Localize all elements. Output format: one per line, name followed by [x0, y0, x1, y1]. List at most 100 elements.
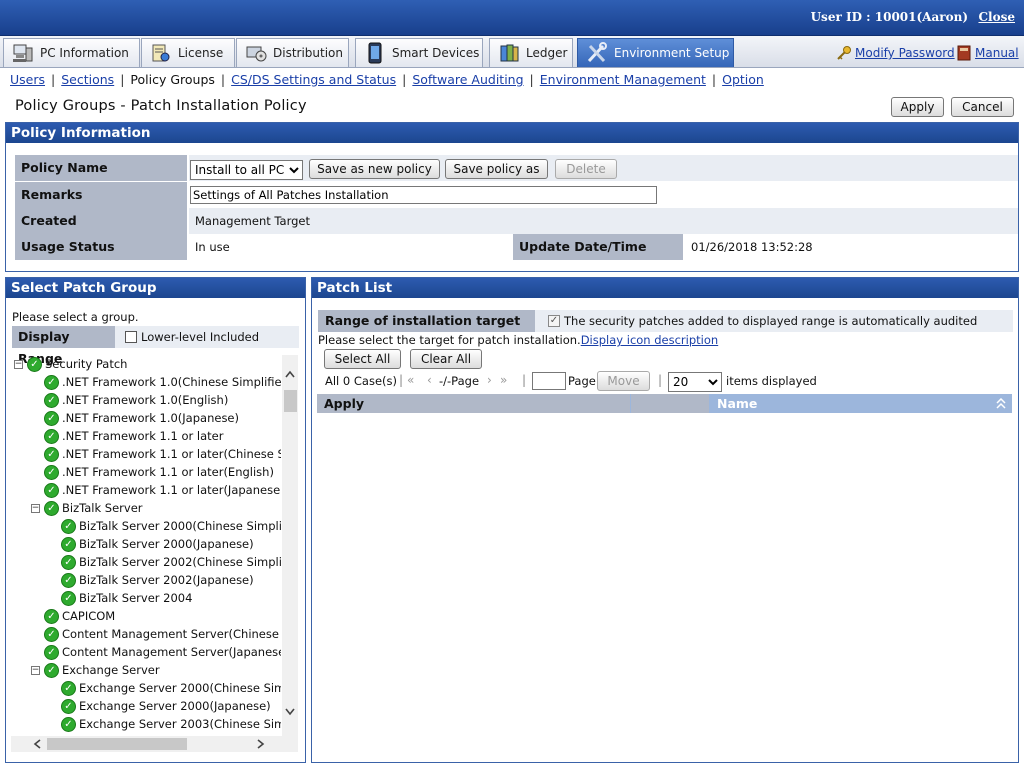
- usage-status-value: In use: [189, 234, 518, 260]
- pc-icon: [13, 44, 33, 62]
- tree-node[interactable]: ✓ Exchange Server 2000(Japanese): [61, 697, 271, 715]
- tab-license[interactable]: License: [141, 38, 235, 67]
- apply-button[interactable]: Apply: [891, 97, 944, 117]
- patch-group-tree: − ✓ Security Patch ✓ .NET Framework 1.0(Chi…: [11, 355, 281, 737]
- items-per-page-select[interactable]: 20: [668, 372, 722, 392]
- last-page-icon[interactable]: »: [500, 373, 507, 387]
- tree-node[interactable]: ✓ Exchange Server 2000(Chinese Simplif: [61, 679, 281, 697]
- scroll-down-icon[interactable]: [285, 708, 295, 716]
- first-page-icon[interactable]: «: [407, 373, 414, 387]
- tree-node-label: .NET Framework 1.1 or later(Chinese Simp: [62, 447, 281, 461]
- tab-ledger[interactable]: Ledger: [489, 38, 573, 67]
- tree-node[interactable]: ✓ .NET Framework 1.1 or later: [44, 427, 223, 445]
- tree-node[interactable]: ✓BizTalk Server 2002(Chinese Simplified: [61, 553, 281, 571]
- collapse-toggle-icon[interactable]: −: [31, 665, 40, 675]
- check-circle-icon: ✓: [44, 482, 59, 498]
- sort-ascending-icon[interactable]: [996, 398, 1006, 409]
- tree-node-label: BizTalk Server 2002(Chinese Simplified: [79, 555, 281, 569]
- tree-node-label: Exchange Server: [62, 663, 160, 677]
- page-number-input[interactable]: [532, 372, 566, 390]
- tree-node[interactable]: ✓.NET Framework 1.1 or later(Chinese Sim…: [44, 445, 281, 463]
- tools-icon: [587, 42, 607, 63]
- tree-node[interactable]: ✓ Content Management Server(Japanese): [44, 643, 281, 661]
- tree-node[interactable]: ✓ .NET Framework 1.0(English): [44, 391, 228, 409]
- update-datetime-value: 01/26/2018 13:52:28: [685, 234, 1018, 260]
- tree-node[interactable]: ✓ BizTalk Server 2004: [61, 589, 192, 607]
- policy-information-heading: Policy Information: [6, 123, 1018, 143]
- lower-level-label: Lower-level Included: [141, 330, 260, 344]
- vertical-scroll-thumb[interactable]: [284, 390, 297, 412]
- clear-all-button[interactable]: Clear All: [410, 349, 482, 369]
- usage-status-row: Usage Status In use Update Date/Time 01/…: [15, 234, 1018, 260]
- tab-label: Distribution: [273, 46, 344, 60]
- lower-level-checkbox[interactable]: [125, 331, 137, 343]
- tree-node[interactable]: − ✓ Exchange Server: [31, 661, 160, 679]
- delete-button[interactable]: Delete: [555, 159, 617, 179]
- separator: |: [120, 72, 125, 87]
- tab-pc-information[interactable]: PC Information: [3, 38, 140, 67]
- tree-node[interactable]: ✓ .NET Framework 1.0(Japanese): [44, 409, 239, 427]
- tree-node[interactable]: ✓Content Management Server(Chinese Simp: [44, 625, 281, 643]
- patch-target-hint: Please select the target for patch insta…: [318, 333, 581, 347]
- items-displayed-label: items displayed: [726, 374, 817, 388]
- tree-horizontal-scrollbar[interactable]: [11, 736, 298, 752]
- separator: |: [522, 373, 527, 387]
- tree-node-label: BizTalk Server 2000(Japanese): [79, 537, 254, 551]
- patch-group-hint: Please select a group.: [12, 310, 139, 324]
- display-icon-description-link[interactable]: Display icon description: [581, 333, 718, 347]
- tab-smart-devices[interactable]: Smart Devices: [355, 38, 483, 67]
- horizontal-scroll-thumb[interactable]: [47, 738, 187, 750]
- policy-name-select[interactable]: Install to all PC: [190, 160, 303, 180]
- submenu-software-auditing[interactable]: Software Auditing: [412, 72, 523, 87]
- modify-password-link[interactable]: Modify Password: [855, 46, 955, 60]
- save-as-new-policy-button[interactable]: Save as new policy: [309, 159, 440, 179]
- column-name[interactable]: Name: [710, 394, 1012, 413]
- cancel-button[interactable]: Cancel: [951, 97, 1014, 117]
- tree-node[interactable]: ✓ BizTalk Server 2002(Japanese): [61, 571, 254, 589]
- submenu-sections[interactable]: Sections: [61, 72, 114, 87]
- submenu-environment-management[interactable]: Environment Management: [540, 72, 706, 87]
- auto-audit-checkbox[interactable]: ✓: [548, 315, 560, 327]
- tree-node[interactable]: ✓BizTalk Server 2000(Chinese Simplified: [61, 517, 281, 535]
- tree-node[interactable]: ✓ .NET Framework 1.1 or later(Japanese): [44, 481, 281, 499]
- tree-node[interactable]: − ✓ Security Patch: [14, 355, 127, 373]
- display-range-label: Display Range: [12, 326, 115, 366]
- page-indicator: -/-Page: [439, 374, 480, 388]
- tab-environment-setup[interactable]: Environment Setup: [577, 38, 734, 67]
- tree-node[interactable]: ✓ .NET Framework 1.0(Chinese Simplified): [44, 373, 281, 391]
- move-button[interactable]: Move: [597, 371, 650, 391]
- save-policy-as-button[interactable]: Save policy as: [445, 159, 548, 179]
- scroll-up-icon[interactable]: [285, 370, 295, 378]
- prev-page-icon[interactable]: ‹: [427, 373, 432, 387]
- tree-vertical-scrollbar[interactable]: [282, 355, 298, 737]
- tree-node-label: .NET Framework 1.0(English): [62, 393, 229, 407]
- submenu-csds-settings[interactable]: CS/DS Settings and Status: [231, 72, 396, 87]
- patch-list-panel: Patch List Range of installation target …: [311, 277, 1019, 763]
- distribution-icon: [246, 46, 267, 62]
- tree-node[interactable]: ✓ .NET Framework 1.1 or later(English): [44, 463, 274, 481]
- select-all-button[interactable]: Select All: [324, 349, 401, 369]
- close-link[interactable]: Close: [978, 10, 1015, 24]
- submenu-users[interactable]: Users: [10, 72, 45, 87]
- check-circle-icon: ✓: [44, 626, 59, 642]
- tree-node[interactable]: ✓ BizTalk Server 2000(Japanese): [61, 535, 254, 553]
- scroll-right-icon[interactable]: [257, 739, 265, 749]
- next-page-icon[interactable]: ›: [487, 373, 492, 387]
- check-circle-icon: ✓: [44, 410, 59, 426]
- column-apply[interactable]: Apply: [317, 394, 630, 413]
- tab-distribution[interactable]: Distribution: [236, 38, 349, 67]
- submenu-option[interactable]: Option: [722, 72, 764, 87]
- tree-node[interactable]: − ✓ BizTalk Server: [31, 499, 143, 517]
- check-circle-icon: ✓: [44, 428, 59, 444]
- manual-link[interactable]: Manual: [975, 46, 1019, 60]
- separator: |: [711, 72, 717, 87]
- remarks-input[interactable]: [190, 186, 657, 204]
- tree-node[interactable]: ✓ Exchange Server 2003(Chinese Simplif: [61, 715, 281, 733]
- collapse-toggle-icon[interactable]: −: [31, 503, 40, 513]
- collapse-toggle-icon[interactable]: −: [14, 359, 23, 369]
- scroll-left-icon[interactable]: [33, 739, 41, 749]
- select-patch-group-panel: Select Patch Group Please select a group…: [5, 277, 306, 763]
- tree-node-label: Content Management Server(Chinese Simp: [62, 627, 281, 641]
- tree-node[interactable]: ✓ CAPICOM: [44, 607, 115, 625]
- tab-label: Ledger: [526, 46, 568, 60]
